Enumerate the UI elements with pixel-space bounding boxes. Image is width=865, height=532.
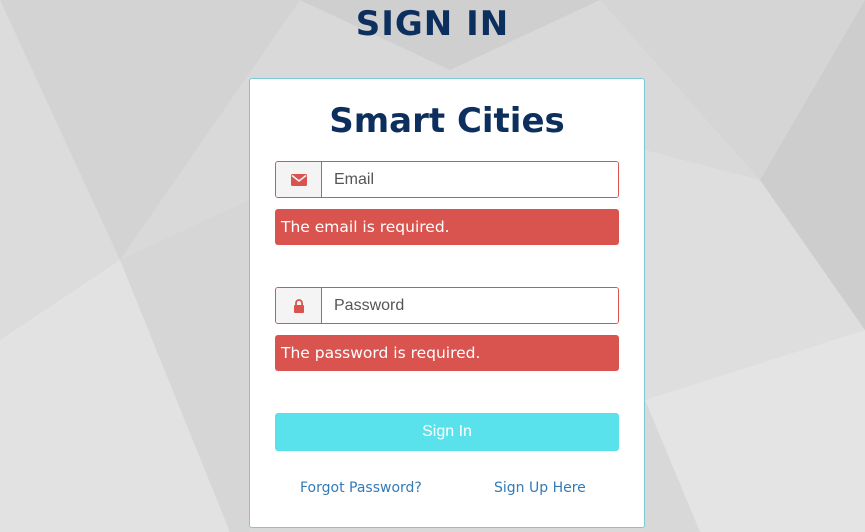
signin-card: Smart Cities The email is required. The … — [249, 78, 645, 528]
sign-up-link[interactable]: Sign Up Here — [494, 480, 586, 496]
page-title: SIGN IN — [355, 4, 510, 44]
email-input[interactable] — [322, 162, 618, 197]
sign-in-button[interactable]: Sign In — [275, 413, 619, 451]
email-input-group — [275, 161, 619, 198]
email-error-message: The email is required. — [275, 209, 619, 245]
password-input[interactable] — [322, 288, 618, 323]
lock-icon — [276, 288, 322, 323]
forgot-password-link[interactable]: Forgot Password? — [300, 480, 422, 496]
brand-title: Smart Cities — [329, 101, 565, 141]
password-error-message: The password is required. — [275, 335, 619, 371]
password-input-group — [275, 287, 619, 324]
envelope-icon — [276, 162, 322, 197]
